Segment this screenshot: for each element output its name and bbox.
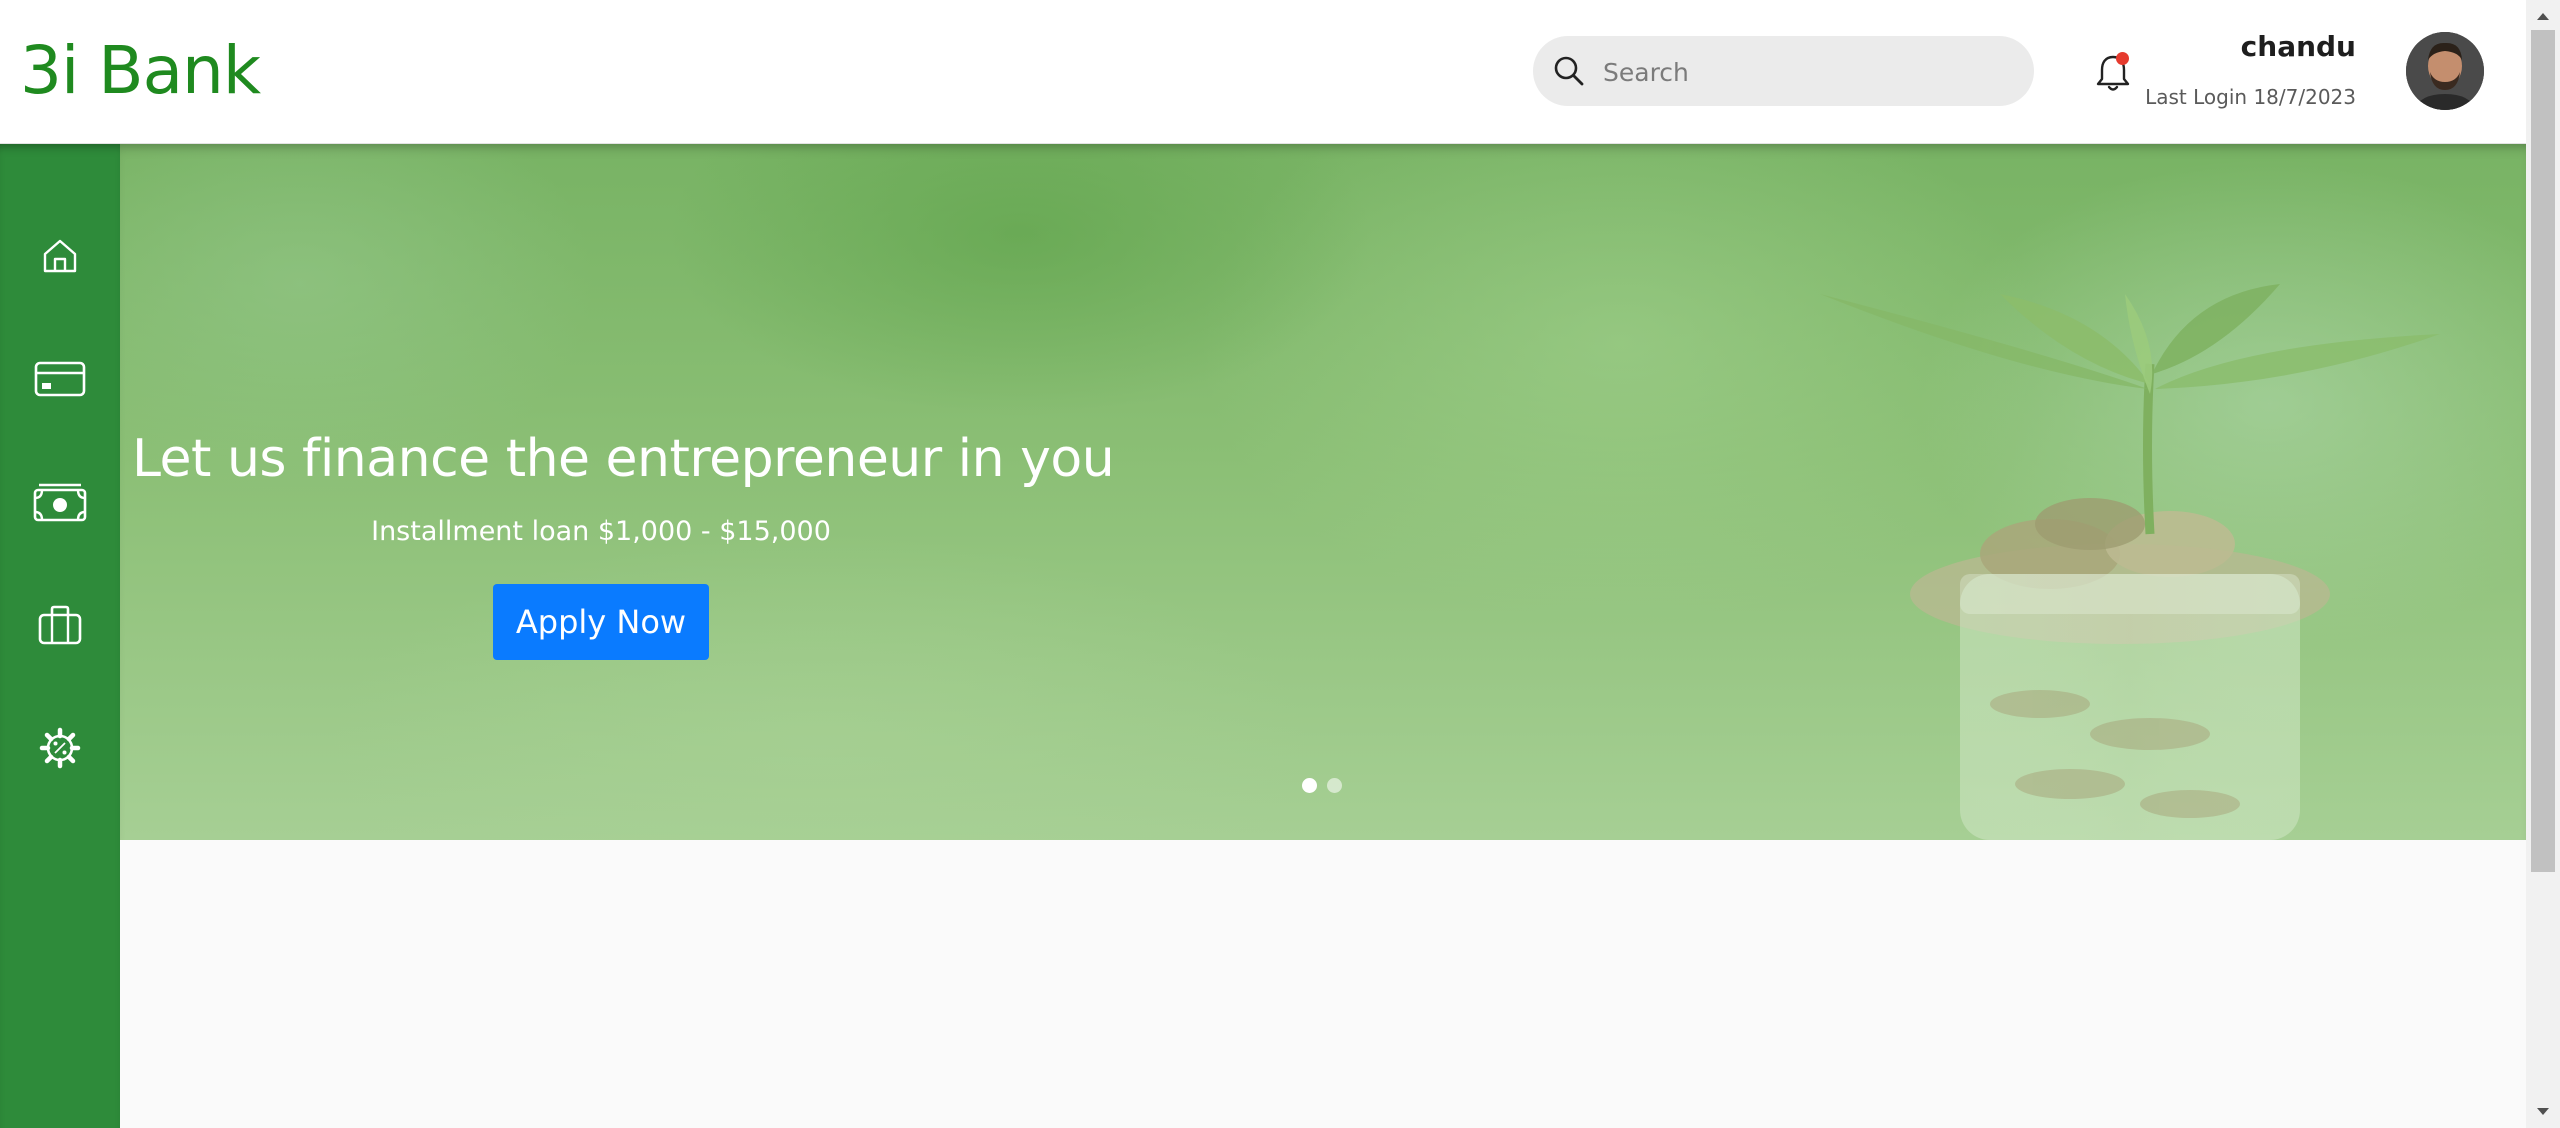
brand-logo[interactable]: 3i Bank xyxy=(20,28,261,114)
search-icon xyxy=(1554,56,1584,86)
sidebar-item-portfolio[interactable] xyxy=(30,595,90,655)
plant-coin-jar-image xyxy=(1820,284,2440,840)
hero-carousel: Let us finance the entrepreneur in you I… xyxy=(120,144,2526,840)
scrollbar-thumb[interactable] xyxy=(2531,30,2555,872)
avatar[interactable] xyxy=(2406,32,2484,110)
carousel-indicators xyxy=(1302,778,1342,793)
sidebar xyxy=(0,144,120,1128)
sidebar-item-home[interactable] xyxy=(30,226,90,286)
cash-icon xyxy=(33,483,87,522)
sidebar-item-cards[interactable] xyxy=(30,349,90,409)
notification-bell-button[interactable] xyxy=(2094,52,2132,94)
hero-title: Let us finance the entrepreneur in you xyxy=(132,429,1115,489)
credit-card-icon xyxy=(34,361,86,397)
user-avatar-icon xyxy=(2406,32,2484,110)
last-login-text: Last Login 18/7/2023 xyxy=(2145,85,2356,109)
briefcase-icon xyxy=(38,605,82,645)
top-header: 3i Bank chandu Last Login 18/7/2023 xyxy=(0,0,2526,144)
sidebar-item-payments[interactable] xyxy=(30,472,90,532)
home-icon xyxy=(43,239,77,273)
scroll-down-arrow-icon[interactable] xyxy=(2531,1100,2555,1124)
user-name: chandu xyxy=(2240,30,2356,63)
carousel-dot-2[interactable] xyxy=(1327,778,1342,793)
percent-gear-icon xyxy=(39,727,81,769)
sidebar-item-loans[interactable] xyxy=(30,718,90,778)
apply-now-button[interactable]: Apply Now xyxy=(493,584,709,660)
scroll-up-arrow-icon[interactable] xyxy=(2531,4,2555,28)
carousel-dot-1[interactable] xyxy=(1302,778,1317,793)
search-bar[interactable] xyxy=(1533,36,2034,108)
notification-badge xyxy=(2116,52,2129,65)
hero-subtitle: Installment loan $1,000 - $15,000 xyxy=(371,516,831,547)
search-input[interactable] xyxy=(1601,36,2025,108)
